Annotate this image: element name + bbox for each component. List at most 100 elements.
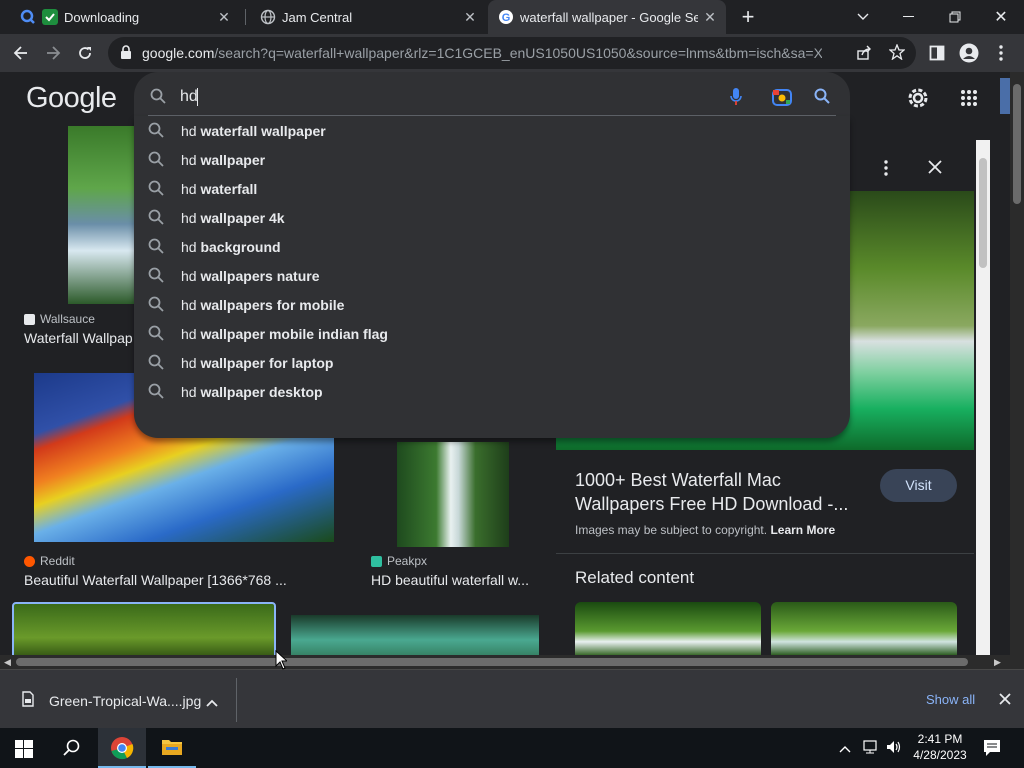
address-bar[interactable]: google.com/search?q=waterfall+wallpaper&…: [108, 37, 916, 69]
suggestion-text: hd wallpapers for mobile: [181, 297, 345, 313]
scroll-left-arrow-icon[interactable]: ◀: [4, 657, 11, 668]
suggestion-text: hd wallpaper 4k: [181, 210, 285, 226]
notifications-icon[interactable]: [983, 739, 1001, 762]
minimize-button[interactable]: [886, 0, 932, 34]
result-image[interactable]: [397, 442, 509, 547]
autocomplete-suggestion[interactable]: hd wallpaper for laptop: [134, 348, 850, 377]
result-title[interactable]: HD beautiful waterfall w...: [371, 572, 537, 588]
suggestion-text: hd waterfall wallpaper: [181, 123, 326, 139]
taskbar-file-explorer-app[interactable]: [148, 728, 196, 768]
page-vertical-scrollbar[interactable]: [1010, 72, 1024, 655]
peakpx-favicon-icon: [371, 555, 382, 567]
tray-overflow-chevron-icon[interactable]: [839, 740, 851, 758]
apps-grid-icon[interactable]: [960, 89, 978, 112]
autocomplete-suggestion[interactable]: hd wallpapers nature: [134, 261, 850, 290]
profile-avatar-icon[interactable]: [954, 38, 984, 68]
close-window-button[interactable]: ✕: [978, 0, 1024, 34]
search-input[interactable]: hd: [180, 88, 198, 106]
autocomplete-suggestion[interactable]: hd wallpaper mobile indian flag: [134, 319, 850, 348]
autocomplete-suggestion[interactable]: hd background: [134, 232, 850, 261]
autocomplete-suggestion[interactable]: hd waterfall: [134, 174, 850, 203]
search-submit-icon[interactable]: [814, 88, 830, 109]
result-title[interactable]: Waterfall Wallpap: [24, 330, 134, 346]
download-check-icon: [42, 9, 58, 25]
page-horizontal-scrollbar[interactable]: ◀ ▶: [0, 655, 1024, 669]
kebab-menu-icon[interactable]: [986, 38, 1016, 68]
taskbar-chrome-app[interactable]: [98, 728, 146, 768]
chevron-up-icon[interactable]: [206, 694, 218, 712]
suggestion-text: hd waterfall: [181, 181, 258, 197]
learn-more-link[interactable]: Learn More: [770, 523, 835, 537]
google-logo[interactable]: Google: [26, 82, 117, 115]
related-image[interactable]: [771, 602, 957, 655]
new-tab-button[interactable]: +: [726, 0, 770, 34]
result-source[interactable]: Wallsauce: [24, 312, 95, 326]
taskbar-clock[interactable]: 2:41 PM 4/28/2023: [908, 731, 972, 763]
tab-separator: [245, 9, 246, 25]
search-icon: [148, 151, 164, 170]
url-text[interactable]: google.com/search?q=waterfall+wallpaper&…: [142, 45, 822, 61]
result-image-selected[interactable]: [12, 602, 276, 655]
related-image[interactable]: [575, 602, 761, 655]
close-tab-icon[interactable]: ✕: [216, 9, 232, 25]
suggestion-text: hd wallpaper mobile indian flag: [181, 326, 388, 342]
preview-title[interactable]: 1000+ Best Waterfall Mac Wallpapers Free…: [575, 468, 865, 516]
result-source[interactable]: Peakpx: [371, 554, 427, 568]
result-source[interactable]: Reddit: [24, 554, 75, 568]
search-tab-icon: [20, 9, 36, 25]
close-panel-icon[interactable]: [928, 160, 942, 179]
download-item[interactable]: Green-Tropical-Wa....jpg: [0, 670, 236, 729]
tab-jam-central[interactable]: Jam Central ✕: [250, 0, 486, 34]
search-box[interactable]: hd: [134, 72, 850, 116]
panel-scrollbar-thumb[interactable]: [979, 158, 987, 268]
close-download-bar-icon[interactable]: [999, 692, 1011, 710]
show-all-button[interactable]: Show all: [926, 692, 975, 707]
suggestion-text: hd wallpaper for laptop: [181, 355, 334, 371]
search-icon: [148, 238, 164, 257]
more-options-icon[interactable]: [884, 160, 888, 181]
tab-downloading[interactable]: Downloading ✕: [8, 0, 240, 34]
lock-icon[interactable]: [120, 45, 132, 65]
bookmark-star-icon[interactable]: [888, 43, 906, 65]
windows-start-icon[interactable]: [15, 740, 33, 763]
search-icon: [148, 209, 164, 228]
autocomplete-suggestion[interactable]: hd waterfall wallpaper: [134, 116, 850, 145]
network-icon[interactable]: [863, 739, 881, 760]
forward-button[interactable]: [38, 38, 68, 68]
panel-scrollbar[interactable]: [976, 140, 990, 655]
scroll-right-arrow-icon[interactable]: ▶: [994, 657, 1001, 668]
result-image[interactable]: [291, 615, 539, 655]
autocomplete-suggestion[interactable]: hd wallpaper 4k: [134, 203, 850, 232]
close-tab-icon[interactable]: ✕: [702, 9, 718, 25]
back-button[interactable]: [6, 38, 36, 68]
clock-date: 4/28/2023: [913, 748, 967, 762]
search-icon: [150, 88, 166, 109]
settings-gear-icon[interactable]: [906, 86, 930, 115]
autocomplete-suggestion[interactable]: hd wallpaper desktop: [134, 377, 850, 406]
result-title[interactable]: Beautiful Waterfall Wallpaper [1366*768 …: [24, 572, 304, 588]
account-avatar[interactable]: [1000, 78, 1010, 114]
share-icon[interactable]: [856, 45, 872, 66]
reload-button[interactable]: [70, 38, 100, 68]
file-icon: [22, 691, 34, 712]
search-icon: [148, 267, 164, 286]
autocomplete-suggestion[interactable]: hd wallpapers for mobile: [134, 290, 850, 319]
clock-time: 2:41 PM: [917, 732, 963, 746]
tab-search-chevron-icon[interactable]: [840, 0, 886, 34]
download-filename[interactable]: Green-Tropical-Wa....jpg: [49, 693, 201, 709]
tab-waterfall-wallpaper[interactable]: G waterfall wallpaper - Google Sea ✕: [488, 0, 726, 34]
restore-button[interactable]: [932, 0, 978, 34]
side-panel-icon[interactable]: [922, 38, 952, 68]
scrollbar-thumb[interactable]: [1013, 84, 1021, 204]
search-icon: [148, 383, 164, 402]
voice-search-mic-icon[interactable]: [730, 88, 742, 111]
volume-icon[interactable]: [886, 739, 902, 760]
visit-button[interactable]: Visit: [880, 469, 957, 502]
scrollbar-thumb[interactable]: [16, 658, 968, 666]
taskbar-search-icon[interactable]: [63, 739, 81, 762]
close-tab-icon[interactable]: ✕: [462, 9, 478, 25]
lens-camera-icon[interactable]: [772, 88, 792, 111]
divider: [236, 678, 237, 722]
result-image[interactable]: [68, 126, 140, 304]
autocomplete-suggestion[interactable]: hd wallpaper: [134, 145, 850, 174]
